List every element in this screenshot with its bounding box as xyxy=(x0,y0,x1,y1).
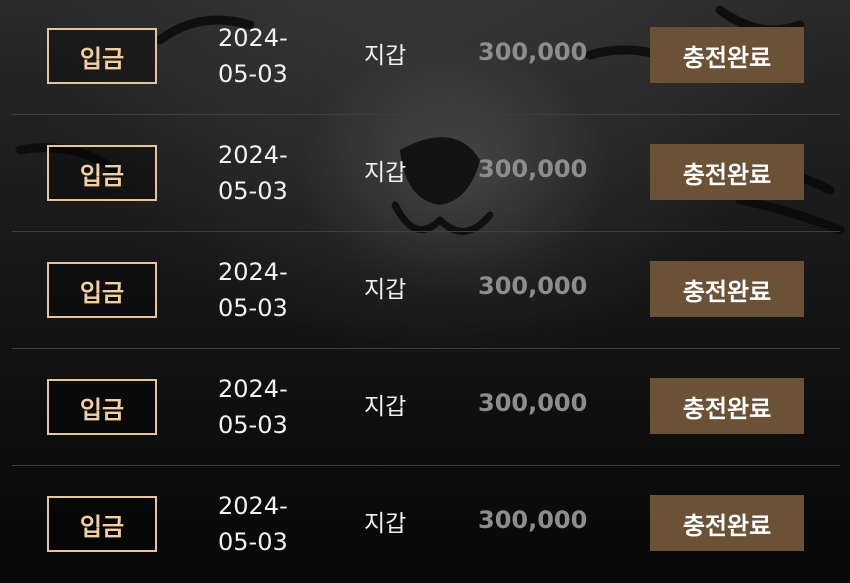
amount-value: 300,000 xyxy=(478,38,588,66)
amount-value: 300,000 xyxy=(478,506,588,534)
date-month-day: 05-03 xyxy=(218,177,288,205)
date-month-day: 05-03 xyxy=(218,294,288,322)
transaction-row: 입금 2024- 05-03 지갑 300,000 충전완료 xyxy=(12,232,840,349)
charge-complete-button[interactable]: 충전완료 xyxy=(650,495,804,551)
transaction-row: 입금 2024- 05-03 지갑 300,000 충전완료 xyxy=(12,349,840,466)
charge-complete-button[interactable]: 충전완료 xyxy=(650,378,804,434)
wallet-label: 지갑 xyxy=(364,394,407,420)
transaction-list: 입금 2024- 05-03 지갑 300,000 충전완료 입금 2024- … xyxy=(12,0,840,583)
deposit-type-badge: 입금 xyxy=(47,496,157,552)
date-month-day: 05-03 xyxy=(218,60,288,88)
date-year: 2024- xyxy=(218,24,288,52)
transaction-date: 2024- 05-03 xyxy=(218,137,308,209)
charge-complete-button[interactable]: 충전완료 xyxy=(650,261,804,317)
amount-value: 300,000 xyxy=(478,155,588,183)
transaction-row: 입금 2024- 05-03 지갑 300,000 충전완료 xyxy=(12,0,840,115)
deposit-type-badge: 입금 xyxy=(47,145,157,201)
amount-value: 300,000 xyxy=(478,272,588,300)
date-month-day: 05-03 xyxy=(218,528,288,556)
date-year: 2024- xyxy=(218,141,288,169)
transaction-row: 입금 2024- 05-03 지갑 300,000 충전완료 xyxy=(12,115,840,232)
deposit-type-badge: 입금 xyxy=(47,379,157,435)
transaction-date: 2024- 05-03 xyxy=(218,254,308,326)
date-year: 2024- xyxy=(218,258,288,286)
amount-value: 300,000 xyxy=(478,389,588,417)
charge-complete-button[interactable]: 충전완료 xyxy=(650,144,804,200)
transaction-date: 2024- 05-03 xyxy=(218,371,308,443)
date-year: 2024- xyxy=(218,375,288,403)
wallet-label: 지갑 xyxy=(364,160,407,186)
deposit-type-badge: 입금 xyxy=(47,28,157,84)
charge-complete-button[interactable]: 충전완료 xyxy=(650,27,804,83)
date-year: 2024- xyxy=(218,492,288,520)
deposit-type-badge: 입금 xyxy=(47,262,157,318)
wallet-label: 지갑 xyxy=(364,43,407,69)
transaction-date: 2024- 05-03 xyxy=(218,488,308,560)
wallet-label: 지갑 xyxy=(364,511,407,537)
transaction-row: 입금 2024- 05-03 지갑 300,000 충전완료 xyxy=(12,466,840,583)
wallet-label: 지갑 xyxy=(364,277,407,303)
transaction-date: 2024- 05-03 xyxy=(218,20,308,92)
date-month-day: 05-03 xyxy=(218,411,288,439)
